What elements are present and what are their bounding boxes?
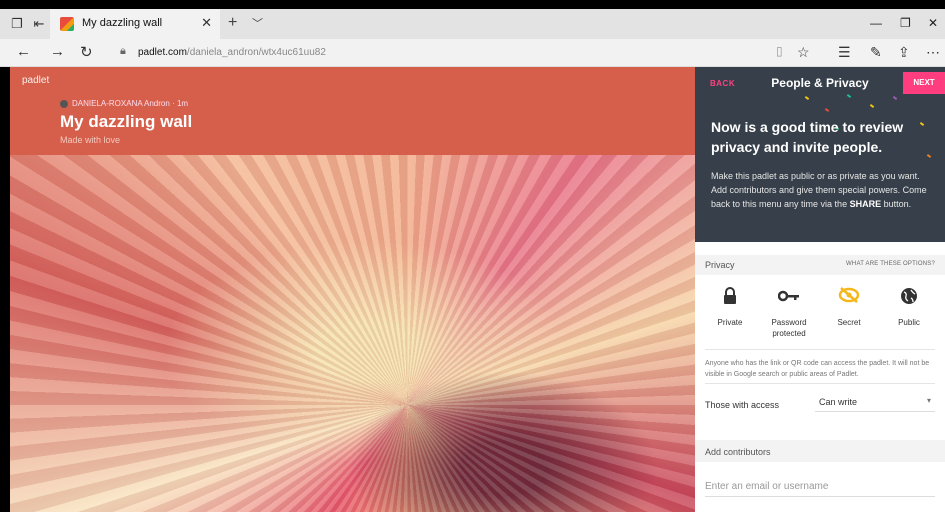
panel-header: BACK People & Privacy NEXT Now is a good…	[695, 67, 945, 242]
lock-icon: 🔒︎	[120, 45, 126, 57]
privacy-label: Privacy	[705, 260, 735, 270]
padlet-favicon	[60, 17, 74, 31]
avatar	[60, 99, 68, 108]
url-host: padlet.com	[138, 47, 187, 58]
refresh-icon[interactable]: ↻	[80, 43, 93, 61]
chevron-down-icon: ▾	[926, 396, 931, 405]
confetti	[892, 96, 898, 100]
key-icon	[761, 287, 817, 309]
next-button[interactable]: NEXT	[903, 72, 945, 94]
set-aside-icon[interactable]: ⇤	[30, 15, 48, 33]
confetti	[846, 94, 852, 98]
option-label: Private	[717, 318, 743, 327]
option-label: Public	[898, 318, 920, 327]
access-description: Anyone who has the link or QR code can a…	[705, 360, 930, 378]
favorites-hub-icon[interactable]: ☰	[838, 44, 851, 61]
window-close-icon[interactable]: ✕	[928, 16, 938, 30]
privacy-section-header: Privacy WHAT ARE THESE OPTIONS?	[695, 255, 945, 275]
confetti	[804, 96, 810, 100]
browser-tab[interactable]: My dazzling wall ✕	[50, 9, 220, 39]
people-privacy-panel: BACK People & Privacy NEXT Now is a good…	[695, 67, 945, 512]
minimize-icon[interactable]: —	[870, 16, 882, 30]
tab-list-icon[interactable]: ﹀	[252, 15, 263, 31]
wallpaper-image	[10, 155, 695, 512]
web-note-icon[interactable]: ✎	[870, 44, 882, 61]
option-label: Secret	[837, 318, 861, 327]
back-icon[interactable]: ←	[16, 43, 31, 60]
padlet-wall: padlet DANIELA-ROXANA Andron · 1m My daz…	[0, 67, 695, 512]
access-permission-select[interactable]: Can write ▾	[815, 390, 935, 412]
wall-title: My dazzling wall	[60, 112, 193, 131]
option-label: Password protected	[771, 318, 807, 338]
privacy-option-private[interactable]: Private	[702, 287, 758, 328]
access-value: Can write	[819, 397, 858, 407]
author-name: DANIELA-ROXANA Andron	[72, 99, 170, 108]
what-are-these-options-link[interactable]: WHAT ARE THESE OPTIONS?	[846, 261, 935, 267]
more-icon[interactable]: ⋯	[926, 44, 940, 61]
screen-top-border	[0, 0, 945, 9]
reading-view-icon[interactable]: ▯	[776, 44, 783, 58]
panel-hero-text: Now is a good time to review privacy and…	[711, 119, 904, 155]
padlock-icon	[702, 287, 758, 309]
confetti	[869, 104, 875, 108]
contributors-section-header: Add contributors	[695, 440, 945, 462]
new-tab-icon[interactable]: +	[228, 14, 237, 32]
privacy-option-password[interactable]: Password protected	[761, 287, 817, 339]
contributors-label: Add contributors	[705, 447, 771, 457]
browser-address-bar: ← → ↻ 🔒︎ padlet.com/daniela_andron/wtx4u…	[0, 39, 945, 67]
panel-description: Make this padlet as public or as private…	[711, 169, 936, 211]
divider	[705, 383, 935, 384]
confetti	[824, 108, 830, 112]
share-icon[interactable]: ⇪	[898, 44, 910, 61]
globe-icon	[881, 287, 937, 309]
padlet-logo[interactable]: padlet	[22, 75, 49, 86]
access-label: Those with access	[705, 400, 780, 410]
padlet-header: padlet DANIELA-ROXANA Andron · 1m My daz…	[10, 67, 695, 155]
desc-suffix: button.	[881, 199, 912, 209]
share-keyword: SHARE	[849, 199, 882, 209]
divider	[705, 349, 935, 350]
contributor-search-input[interactable]	[705, 477, 935, 497]
privacy-option-secret[interactable]: Secret	[821, 287, 877, 328]
forward-icon[interactable]: →	[50, 43, 65, 60]
wall-subtitle: Made with love	[60, 135, 121, 145]
close-icon[interactable]: ✕	[201, 15, 212, 31]
privacy-option-public[interactable]: Public	[881, 287, 937, 328]
tab-preview-icon[interactable]: ❐	[8, 15, 26, 33]
restore-icon[interactable]: ❐	[900, 16, 911, 30]
url-field[interactable]: padlet.com/daniela_andron/wtx4uc61uu82	[138, 47, 326, 58]
eye-slash-icon	[821, 287, 877, 309]
favorite-star-icon[interactable]: ☆	[797, 44, 810, 61]
url-path: /daniela_andron/wtx4uc61uu82	[186, 47, 326, 58]
browser-tab-strip: ❐ ⇤ My dazzling wall ✕ + ﹀ — ❐ ✕	[0, 9, 945, 39]
tab-title: My dazzling wall	[82, 17, 163, 29]
author-row: DANIELA-ROXANA Andron · 1m	[60, 99, 188, 108]
screen-left-border	[0, 67, 10, 512]
time-ago: 1m	[176, 99, 189, 108]
